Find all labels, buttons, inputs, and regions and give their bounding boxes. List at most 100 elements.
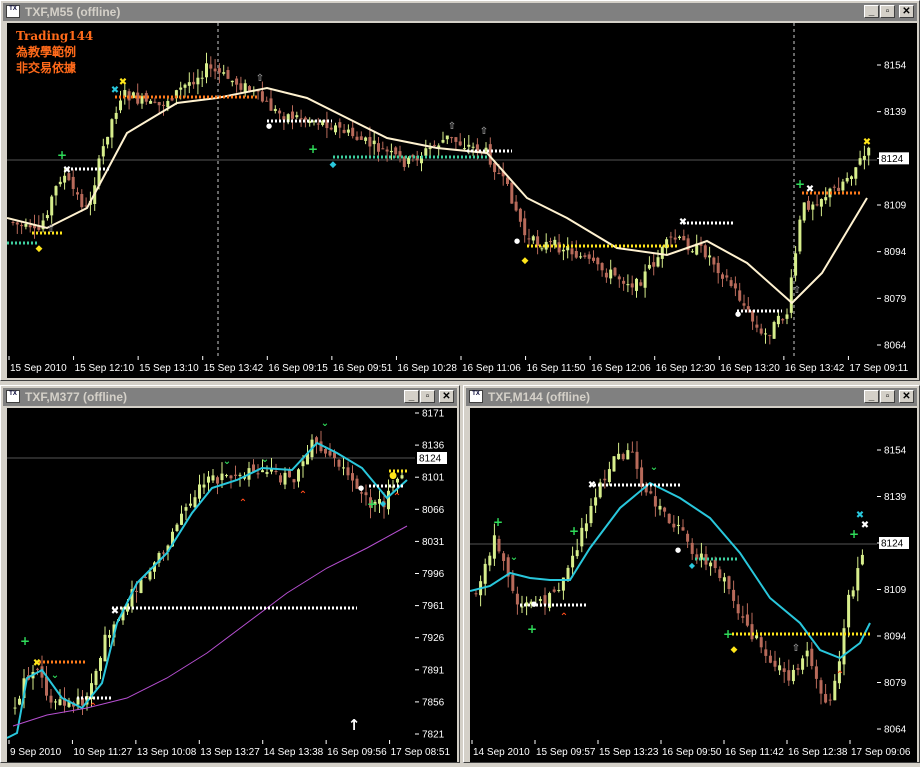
- signal-marker: ⇧: [480, 126, 488, 137]
- candle-body: [787, 670, 791, 681]
- time-tick-label: 16 Sep 13:42: [785, 363, 845, 374]
- price-tick-label: 8136: [422, 441, 445, 452]
- candle-body: [342, 467, 345, 469]
- candle-body: [587, 254, 591, 259]
- candle-body: [768, 335, 772, 337]
- minimize-button[interactable]: _: [864, 390, 879, 403]
- candle-body: [673, 237, 677, 240]
- price-axis[interactable]: 81548139812481098094807980648124: [877, 408, 917, 740]
- candle-body: [202, 484, 206, 488]
- candle-body: [58, 699, 62, 706]
- candle-body: [183, 84, 187, 88]
- chart-window-m144[interactable]: TX TXF,M144 (offline) _ ▫ ✕ ✖ ✖ ✖ ◆ ◆ ● ● + + + + +…: [463, 385, 920, 763]
- candle-body: [635, 451, 639, 469]
- candle-body: [99, 657, 102, 671]
- price-axis[interactable]: 8171 8136 8101 8066 8031 7996 7961 7926 7891 7856…: [415, 408, 457, 741]
- price-tick-label: 7926: [422, 633, 445, 644]
- candle-body: [346, 129, 350, 133]
- close-button[interactable]: ✕: [439, 390, 454, 403]
- candle-body: [709, 562, 713, 567]
- candle-body: [445, 135, 449, 140]
- time-axis[interactable]: 9 Sep 2010 10 Sep 11:27 13 Sep 10:08 13 Sep…: [7, 740, 457, 762]
- candle-body: [377, 143, 380, 152]
- candle-body: [252, 464, 255, 472]
- restore-button[interactable]: ▫: [880, 5, 895, 18]
- candle-body: [166, 101, 170, 108]
- close-button[interactable]: ✕: [899, 5, 914, 18]
- moving-average-line-slow: [12, 525, 408, 727]
- time-axis[interactable]: 14 Sep 2010 15 Sep 09:57 15 Sep 13:23 16 Se…: [470, 740, 917, 762]
- signal-marker: +: [723, 627, 733, 641]
- price-axis[interactable]: 81548139812481098094807980648124: [877, 23, 917, 356]
- signal-marker: ✖: [861, 520, 869, 531]
- candle-body: [207, 476, 210, 483]
- time-tick-label: 16 Sep 11:06: [462, 363, 521, 374]
- minimize-button[interactable]: _: [404, 390, 419, 403]
- candle-body: [566, 567, 570, 580]
- restore-button[interactable]: ▫: [420, 390, 435, 403]
- candle-body: [520, 606, 524, 608]
- candle-body: [180, 513, 183, 525]
- candle-body: [502, 553, 506, 561]
- candle-body: [149, 100, 153, 104]
- time-tick-label: 10 Sep 11:27: [73, 747, 132, 758]
- window-titlebar[interactable]: TX TXF,M144 (offline) _ ▫ ✕: [466, 388, 917, 406]
- candle-body: [387, 490, 390, 510]
- candle-body: [458, 141, 462, 146]
- candle-body: [854, 167, 858, 179]
- signal-marker: +: [367, 497, 377, 511]
- candle-body: [858, 158, 862, 165]
- time-tick-label: 17 Sep 09:11: [849, 363, 908, 374]
- signal-marker: ⌃: [393, 492, 401, 503]
- candle-body: [260, 91, 264, 102]
- candle-body: [196, 77, 200, 85]
- chart-plot-area[interactable]: ✖ ✖ ✖ ◆ ◆ ● ● + + + + + ⌄ ⌄ ⌃ ⌃ ⇧: [470, 408, 877, 740]
- candle-body: [626, 450, 630, 460]
- candle-body: [609, 269, 613, 279]
- candle-body: [463, 148, 466, 150]
- candle-body: [824, 197, 828, 201]
- chart-window-m377[interactable]: TX TXF,M377 (offline) _ ▫ ✕ ✖ ✖ + + ⌄ ⌄ ⌄ ⌄ ⌃ ⌃ ⌃ ⌃…: [0, 385, 460, 763]
- time-axis[interactable]: 15 Sep 2010 15 Sep 12:10 15 Sep 13:10 15 Se…: [7, 356, 917, 378]
- signal-marker: ✖: [588, 480, 596, 491]
- candle-body: [574, 251, 578, 258]
- close-icon: ✕: [902, 391, 911, 402]
- restore-button[interactable]: ▫: [880, 390, 895, 403]
- candle-body: [801, 658, 805, 670]
- price-tick-label: 8109: [884, 585, 907, 596]
- signal-marker: ◆: [330, 160, 337, 170]
- close-button[interactable]: ✕: [899, 390, 914, 403]
- minimize-button[interactable]: _: [864, 5, 879, 18]
- candle-body: [832, 186, 836, 188]
- signal-marker: ◆: [380, 499, 387, 508]
- signal-marker: ✖: [33, 658, 41, 669]
- candle-body: [613, 267, 617, 276]
- signal-marker: ⇧: [256, 73, 264, 84]
- chart-plot-area[interactable]: ◆ ◆ ◆ ✖ ✖ ✖ ✖ ✖ ✖ + + + ● ● ● ⇧ ⇧ ⇧ ⇧ ⇧ Trading144 為教學範例 非交…: [7, 23, 877, 356]
- candle-body: [226, 70, 230, 79]
- candle-body: [796, 668, 800, 670]
- chart-plot-area[interactable]: ✖ ✖ + + ⌄ ⌄ ⌄ ⌄ ⌃ ⌃ ⌃ ⌃ ● ● ◆ ↑: [7, 408, 415, 740]
- window-titlebar[interactable]: TX TXF,M55 (offline) _ ▫ ✕: [3, 3, 917, 21]
- candle-body: [607, 469, 611, 483]
- price-tick-label: 8079: [884, 678, 907, 689]
- signal-marker: ◆: [522, 256, 529, 266]
- candle-body: [360, 492, 363, 494]
- time-tick-label: 16 Sep 13:20: [720, 363, 780, 374]
- signal-marker: ✖: [856, 510, 864, 521]
- candle-body: [162, 552, 165, 554]
- signal-marker: ✖: [111, 606, 119, 617]
- candle-body: [157, 101, 161, 106]
- price-tick-label: 8064: [884, 725, 907, 736]
- signal-marker: ⇧: [792, 643, 800, 654]
- candle-body: [385, 149, 389, 152]
- chart-window-m55[interactable]: TX TXF,M55 (offline) _ ▫ ✕ ◆ ◆ ◆ ✖ ✖ ✖ ✖ ✖ ✖ + + + ●…: [0, 0, 920, 381]
- candle-body: [279, 475, 282, 483]
- candle-body: [58, 181, 62, 185]
- price-tick-label: 8094: [884, 247, 907, 258]
- candle-body: [211, 475, 215, 481]
- signal-marker: +: [569, 524, 579, 538]
- candle-body: [243, 83, 247, 93]
- window-titlebar[interactable]: TX TXF,M377 (offline) _ ▫ ✕: [3, 388, 457, 406]
- signal-marker: +: [308, 142, 318, 156]
